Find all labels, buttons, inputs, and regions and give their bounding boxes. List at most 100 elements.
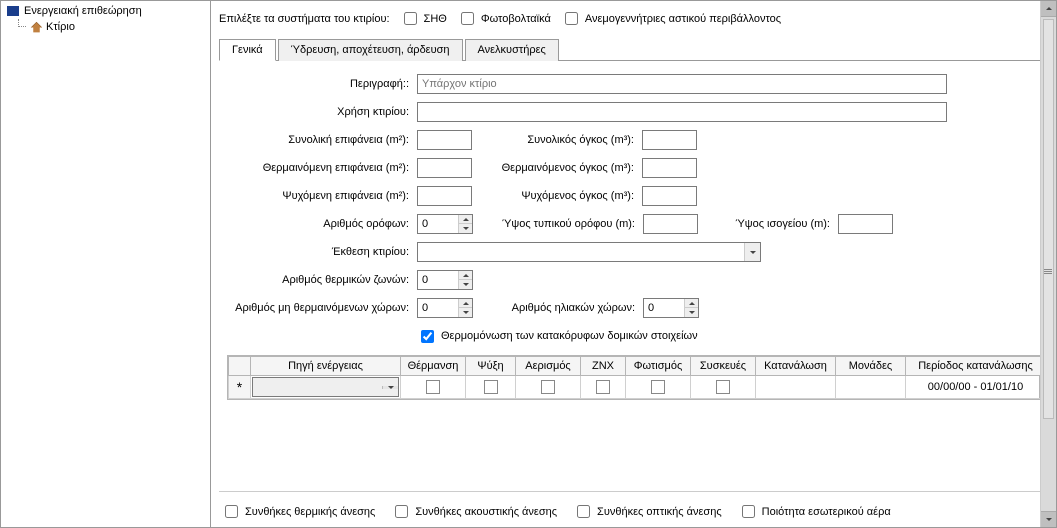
systems-row: Επιλέξτε τα συστήματα του κτιρίου: ΣΗΘ Φ… <box>219 5 1048 38</box>
col-cooling[interactable]: Ψύξη <box>466 357 516 376</box>
cell-heating[interactable] <box>401 376 466 399</box>
description-input[interactable] <box>417 74 947 94</box>
energy-grid: Πηγή ενέργειας Θέρμανση Ψύξη Αερισμός ΖΝ… <box>227 355 1040 400</box>
source-dropdown-button[interactable] <box>382 386 398 389</box>
tree-connector <box>18 19 26 27</box>
cell-consumption[interactable] <box>756 376 836 399</box>
col-units[interactable]: Μονάδες <box>836 357 906 376</box>
checkbox-wind[interactable]: Ανεμογεννήτριες αστικού περιβάλλοντος <box>561 9 781 28</box>
sith-checkbox[interactable] <box>404 12 417 25</box>
cb-visual-comfort[interactable]: Συνθήκες οπτικής άνεσης <box>573 502 722 521</box>
cooled-area-input[interactable] <box>417 186 472 206</box>
cell-dhw[interactable] <box>581 376 626 399</box>
checkbox-sith[interactable]: ΣΗΘ <box>400 9 447 28</box>
scroll-grip-icon <box>1041 264 1055 278</box>
col-dhw[interactable]: ΖΝΧ <box>581 357 626 376</box>
grid-corner <box>229 357 251 376</box>
tab-water[interactable]: Ύδρευση, αποχέτευση, άρδευση <box>278 39 463 61</box>
tz-up[interactable] <box>459 271 472 280</box>
floors-up[interactable] <box>459 215 472 224</box>
form-general: Περιγραφή:: Χρήση κτιρίου: Συνολική επιφ… <box>219 61 1048 406</box>
footer-checkboxes: Συνθήκες θερμικής άνεσης Συνθήκες ακουστ… <box>219 491 1048 523</box>
unheated-value[interactable] <box>418 299 458 317</box>
scroll-thumb[interactable] <box>1043 19 1054 419</box>
label-unheated-spaces: Αριθμός μη θερμαινόμενων χώρων: <box>227 302 417 314</box>
unheated-spinner[interactable] <box>417 298 473 318</box>
insulation-checkbox-row[interactable]: Θερμομόνωση των κατακόρυφων δομικών στοι… <box>417 327 698 346</box>
insulation-label: Θερμομόνωση των κατακόρυφων δομικών στοι… <box>441 330 698 342</box>
ss-down[interactable] <box>685 308 698 317</box>
total-area-input[interactable] <box>417 130 472 150</box>
cell-cooling[interactable] <box>466 376 516 399</box>
tree-root-label: Ενεργειακή επιθεώρηση <box>24 5 142 17</box>
ground-height-input[interactable] <box>838 214 893 234</box>
label-floor-height: Ύψος τυπικού ορόφου (m): <box>473 218 643 230</box>
total-volume-input[interactable] <box>642 130 697 150</box>
ss-up[interactable] <box>685 299 698 308</box>
cb-thermal-comfort[interactable]: Συνθήκες θερμικής άνεσης <box>221 502 375 521</box>
thermal-zones-spinner[interactable] <box>417 270 473 290</box>
pv-checkbox[interactable] <box>461 12 474 25</box>
exposure-combo[interactable] <box>417 242 761 262</box>
tab-bar: Γενικά Ύδρευση, αποχέτευση, άρδευση Ανελ… <box>219 38 1048 61</box>
col-heating[interactable]: Θέρμανση <box>401 357 466 376</box>
tab-elevators[interactable]: Ανελκυστήρες <box>465 39 559 61</box>
col-lighting[interactable]: Φωτισμός <box>626 357 691 376</box>
cell-source[interactable] <box>251 376 401 399</box>
floors-value[interactable] <box>418 215 458 233</box>
app-window: Ενεργειακή επιθεώρηση Κτίριο Επιλέξτε τα… <box>0 0 1057 528</box>
tce-icon <box>7 4 21 18</box>
tree-root[interactable]: Ενεργειακή επιθεώρηση <box>5 3 206 19</box>
sidebar-tree: Ενεργειακή επιθεώρηση Κτίριο <box>1 1 211 527</box>
cooled-volume-input[interactable] <box>642 186 697 206</box>
vertical-scrollbar[interactable] <box>1040 1 1056 527</box>
grid-header-row: Πηγή ενέργειας Θέρμανση Ψύξη Αερισμός ΖΝ… <box>229 357 1046 376</box>
cell-vent[interactable] <box>516 376 581 399</box>
systems-prompt: Επιλέξτε τα συστήματα του κτιρίου: <box>219 13 390 25</box>
col-appliances[interactable]: Συσκευές <box>691 357 756 376</box>
tree-child-label: Κτίριο <box>46 21 75 33</box>
cell-period[interactable]: 00/00/00 - 01/01/10 <box>906 376 1046 399</box>
exposure-dropdown-button[interactable] <box>744 243 760 261</box>
us-down[interactable] <box>459 308 472 317</box>
home-icon <box>29 20 43 34</box>
tz-down[interactable] <box>459 280 472 289</box>
cb-acoustic-comfort[interactable]: Συνθήκες ακουστικής άνεσης <box>391 502 557 521</box>
sunspaces-value[interactable] <box>644 299 684 317</box>
label-description: Περιγραφή:: <box>227 78 417 90</box>
scroll-down-button[interactable] <box>1041 511 1056 527</box>
label-ground-height: Ύψος ισογείου (m): <box>698 218 838 230</box>
cell-lighting[interactable] <box>626 376 691 399</box>
cell-units[interactable] <box>836 376 906 399</box>
label-sunspaces: Αριθμός ηλιακών χώρων: <box>473 302 643 314</box>
floor-height-input[interactable] <box>643 214 698 234</box>
floors-down[interactable] <box>459 224 472 233</box>
label-cooled-vol: Ψυχόμενος όγκος (m³): <box>472 190 642 202</box>
tab-general[interactable]: Γενικά <box>219 39 276 61</box>
wind-checkbox[interactable] <box>565 12 578 25</box>
label-heated-area: Θερμαινόμενη επιφάνεια (m²): <box>227 162 417 174</box>
col-vent[interactable]: Αερισμός <box>516 357 581 376</box>
main-panel: Επιλέξτε τα συστήματα του κτιρίου: ΣΗΘ Φ… <box>211 1 1056 527</box>
floors-spinner[interactable] <box>417 214 473 234</box>
cb-air-quality[interactable]: Ποιότητα εσωτερικού αέρα <box>738 502 891 521</box>
checkbox-pv[interactable]: Φωτοβολταϊκά <box>457 9 551 28</box>
insulation-checkbox[interactable] <box>421 330 434 343</box>
building-use-input[interactable] <box>417 102 947 122</box>
col-consumption[interactable]: Κατανάλωση <box>756 357 836 376</box>
label-cooled-area: Ψυχόμενη επιφάνεια (m²): <box>227 190 417 202</box>
sunspaces-spinner[interactable] <box>643 298 699 318</box>
col-period[interactable]: Περίοδος κατανάλωσης <box>906 357 1046 376</box>
tree-child-building[interactable]: Κτίριο <box>19 19 206 35</box>
us-up[interactable] <box>459 299 472 308</box>
heated-volume-input[interactable] <box>642 158 697 178</box>
label-use: Χρήση κτιρίου: <box>227 106 417 118</box>
scroll-up-button[interactable] <box>1041 1 1056 17</box>
exposure-value <box>418 243 744 261</box>
heated-area-input[interactable] <box>417 158 472 178</box>
label-total-area: Συνολική επιφάνεια (m²): <box>227 134 417 146</box>
cell-appliances[interactable] <box>691 376 756 399</box>
thermal-zones-value[interactable] <box>418 271 458 289</box>
col-source[interactable]: Πηγή ενέργειας <box>251 357 401 376</box>
grid-new-row[interactable]: * 00/00/00 - 01/01/10 <box>229 376 1046 399</box>
